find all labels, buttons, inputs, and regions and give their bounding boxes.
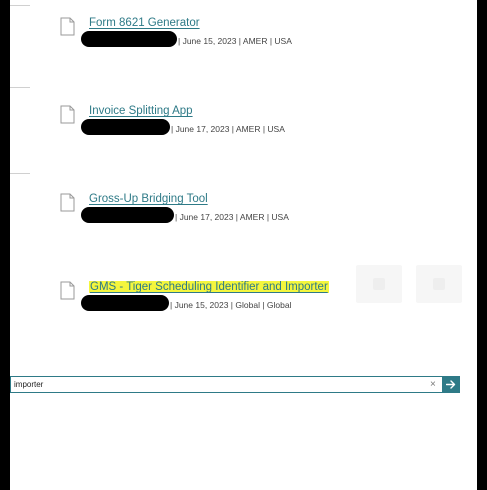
search-bar: × [10, 376, 460, 393]
window-frame-left [0, 0, 10, 490]
result-title-link[interactable]: Form 8621 Generator [89, 17, 200, 29]
result-meta: | June 15, 2023 | AMER | USA [178, 36, 292, 46]
window-frame-right [477, 0, 487, 490]
document-icon [60, 193, 75, 212]
search-input[interactable] [10, 376, 442, 393]
search-results-page: Form 8621 Generator | June 15, 2023 | AM… [10, 0, 477, 490]
document-icon [60, 281, 75, 300]
redacted-author [81, 295, 169, 311]
divider [10, 87, 30, 88]
faded-glyph-icon [373, 278, 385, 290]
result-meta: | June 15, 2023 | Global | Global [170, 300, 292, 310]
redacted-author [81, 119, 170, 135]
faded-button [416, 265, 462, 303]
result-item: Form 8621 Generator | June 15, 2023 | AM… [60, 17, 460, 57]
divider [10, 173, 30, 174]
redacted-author [81, 207, 174, 223]
divider [10, 5, 30, 6]
faded-button [356, 265, 402, 303]
result-item: Invoice Splitting App | June 17, 2023 | … [60, 105, 460, 145]
redacted-author [81, 31, 177, 47]
result-meta: | June 17, 2023 | AMER | USA [175, 212, 289, 222]
document-icon [60, 105, 75, 124]
faded-glyph-icon [433, 278, 445, 290]
document-icon [60, 17, 75, 36]
close-icon[interactable]: × [430, 378, 436, 391]
result-meta: | June 17, 2023 | AMER | USA [171, 124, 285, 134]
arrow-right-icon [446, 380, 456, 389]
search-submit-button[interactable] [442, 376, 460, 393]
result-item: Gross-Up Bridging Tool | June 17, 2023 |… [60, 193, 460, 233]
result-title-link[interactable]: Gross-Up Bridging Tool [89, 193, 208, 205]
result-title-link[interactable]: Invoice Splitting App [89, 105, 193, 117]
result-title-link[interactable]: GMS - Tiger Scheduling Identifier and Im… [89, 281, 329, 293]
